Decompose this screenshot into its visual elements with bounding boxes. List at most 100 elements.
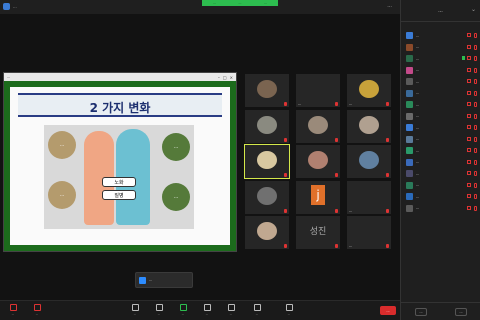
- participant-row[interactable]: ...: [401, 111, 480, 123]
- chevron-down-icon[interactable]: ⌄: [471, 6, 476, 13]
- notification-toast[interactable]: ...: [135, 272, 193, 288]
- more-button[interactable]: ...: [282, 304, 296, 318]
- slide-illustration: ... ... ... ... 노화 질병: [44, 125, 194, 229]
- participant-tile[interactable]: ...: [296, 74, 340, 107]
- maximize-icon[interactable]: □: [223, 75, 227, 80]
- share-banner-item[interactable]: ...: [213, 1, 216, 5]
- participant-row[interactable]: ...: [401, 42, 480, 54]
- mic-muted-icon: [335, 244, 338, 248]
- participant-tile[interactable]: ...: [347, 180, 391, 214]
- more-icon: [285, 304, 293, 311]
- participant-row[interactable]: ...: [401, 53, 480, 65]
- participant-text-avatar: 성진: [309, 227, 327, 237]
- participant-name: ...: [349, 102, 353, 106]
- participant-tile[interactable]: ...: [347, 216, 391, 249]
- participant-list-name: ...: [416, 102, 420, 107]
- chat-button[interactable]: ...: [152, 304, 166, 318]
- mic-muted-icon: [284, 102, 287, 106]
- participant-tile[interactable]: ...: [347, 74, 391, 107]
- view-button[interactable]: ...: [387, 3, 392, 9]
- video-off-icon: [467, 102, 471, 106]
- participant-row[interactable]: ...: [401, 88, 480, 100]
- toolbar-button-label: ...: [181, 312, 185, 316]
- participant-row[interactable]: ...: [401, 145, 480, 157]
- participant-row[interactable]: ...: [401, 65, 480, 77]
- invite-button[interactable]: ...: [415, 307, 427, 316]
- close-icon[interactable]: ×: [230, 75, 233, 80]
- mic-muted-icon: [474, 56, 477, 61]
- mic-muted-icon: [284, 173, 287, 177]
- share-screen-button[interactable]: ...: [176, 304, 190, 318]
- participant-list-name: ...: [416, 183, 420, 188]
- toolbar-button-label: ...: [229, 312, 233, 316]
- share-screen-icon: [179, 304, 187, 311]
- participants-button[interactable]: ...: [128, 304, 142, 318]
- mic-muted-icon: [474, 205, 477, 211]
- participant-row[interactable]: ...: [401, 168, 480, 180]
- participant-row[interactable]: ...: [401, 30, 480, 42]
- participant-list-name: ...: [416, 137, 420, 142]
- mic-muted-icon: [474, 67, 477, 73]
- mic-muted-icon: [284, 244, 287, 248]
- participant-row[interactable]: ...: [401, 203, 480, 215]
- video-off-icon: [467, 148, 471, 152]
- mic-muted-icon: [335, 173, 338, 177]
- video-off-icon: [467, 136, 471, 141]
- participant-row[interactable]: ...: [401, 157, 480, 169]
- participant-tile[interactable]: 성진: [296, 216, 340, 249]
- audio-button[interactable]: ...: [6, 304, 20, 318]
- shared-window-titlebar: ... – □ ×: [4, 73, 236, 81]
- participant-row[interactable]: ...: [401, 134, 480, 146]
- share-banner-item[interactable]: ...: [239, 1, 242, 5]
- participant-tile[interactable]: [347, 109, 391, 143]
- shared-screen-window[interactable]: ... – □ × 2 가지 변화 ... ... ... ... 노화 질병: [3, 72, 237, 252]
- video-off-icon: [467, 44, 471, 49]
- video-off-icon: [467, 79, 471, 83]
- mic-muted-icon: [474, 159, 477, 165]
- participant-tile[interactable]: [244, 144, 290, 179]
- participant-name: ...: [349, 208, 353, 213]
- slide-bubble: ...: [162, 133, 190, 161]
- participant-tile[interactable]: j: [296, 180, 340, 214]
- mic-muted-icon: [474, 102, 477, 107]
- video-off-icon: [467, 182, 471, 187]
- video-off-icon: [467, 171, 471, 175]
- avatar: [406, 32, 413, 40]
- video-button[interactable]: ...: [30, 304, 44, 318]
- participant-row[interactable]: ...: [401, 122, 480, 134]
- share-banner-item[interactable]: ...: [264, 1, 267, 5]
- participant-tile[interactable]: [245, 109, 289, 143]
- mic-muted-icon: [474, 125, 477, 130]
- participant-tile[interactable]: [245, 180, 289, 214]
- window-title: ...: [13, 4, 17, 9]
- participant-row[interactable]: ...: [401, 180, 480, 192]
- screen-share-banner[interactable]: ... ... ...: [202, 0, 278, 6]
- participant-tile[interactable]: [245, 74, 289, 107]
- slide-bubble: ...: [48, 181, 76, 209]
- notification-text: ...: [149, 277, 153, 282]
- participant-tile[interactable]: [296, 109, 340, 143]
- participant-list-name: ...: [416, 56, 420, 61]
- mute-all-button[interactable]: ...: [455, 307, 467, 316]
- participant-video: [257, 115, 277, 134]
- participant-tile[interactable]: [245, 216, 289, 249]
- reactions-button[interactable]: ...: [224, 304, 238, 318]
- end-meeting-button[interactable]: ...: [380, 306, 396, 315]
- toolbar-button-label: ...: [133, 312, 137, 316]
- participant-row[interactable]: ...: [401, 191, 480, 203]
- participant-video: [359, 151, 379, 169]
- mic-muted-icon: [474, 194, 477, 199]
- avatar: [406, 181, 413, 189]
- participant-tile[interactable]: [296, 145, 340, 178]
- participant-list-name: ...: [416, 160, 420, 165]
- participant-list-name: ...: [416, 194, 420, 199]
- participant-tile[interactable]: [347, 145, 391, 178]
- minimize-icon[interactable]: –: [218, 75, 220, 80]
- video-off-icon: [467, 33, 471, 37]
- toolbar-button-label: ...: [157, 312, 161, 316]
- participant-row[interactable]: ...: [401, 76, 480, 88]
- record-button[interactable]: ...: [200, 304, 214, 318]
- participant-video: [257, 186, 277, 205]
- apps-button[interactable]: ...: [250, 304, 264, 318]
- participant-row[interactable]: ...: [401, 99, 480, 111]
